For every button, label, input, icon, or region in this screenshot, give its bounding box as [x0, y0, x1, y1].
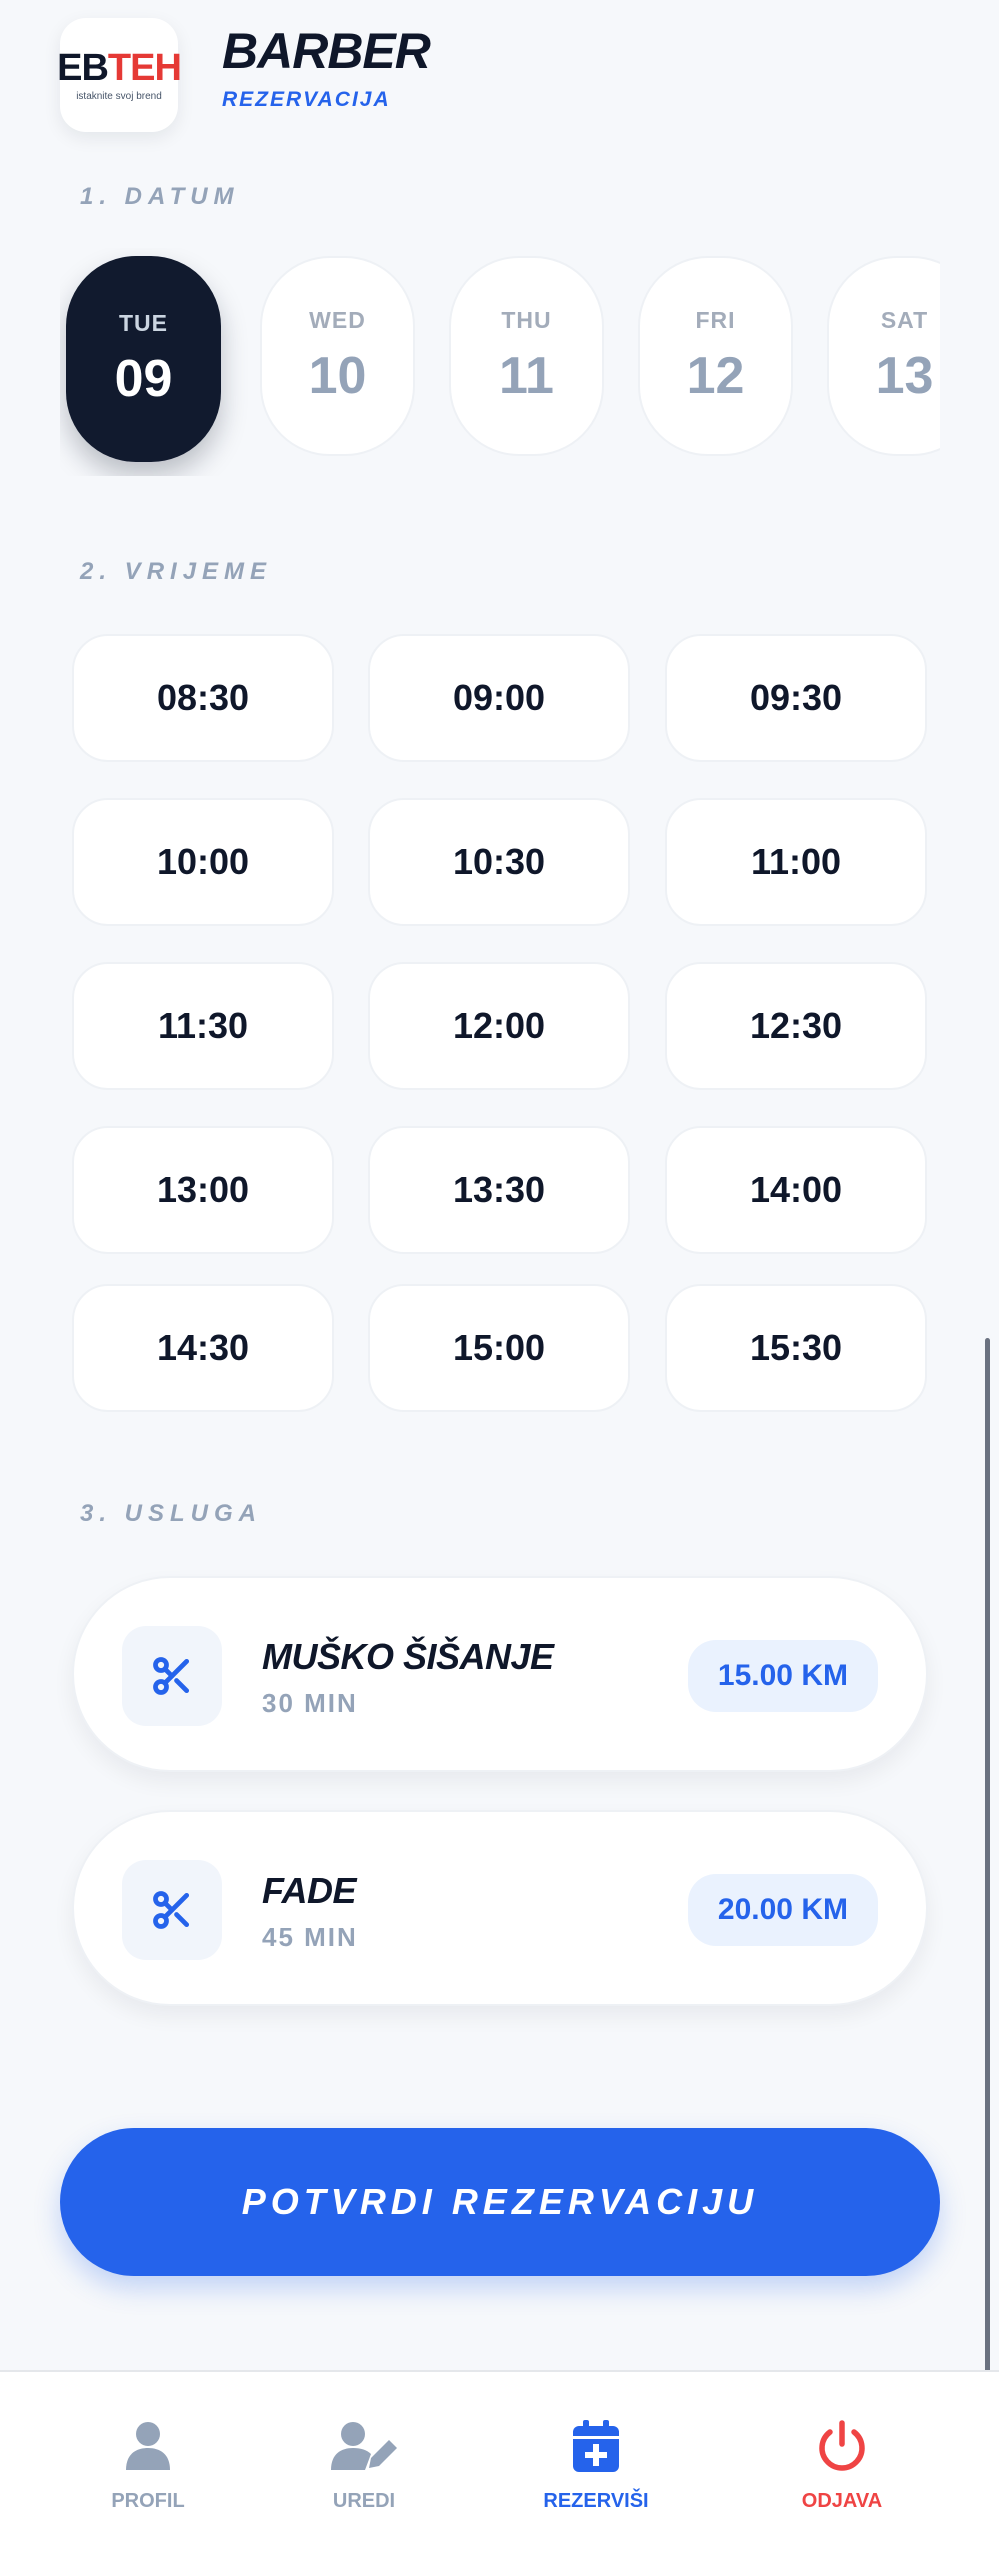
logo-teh-text: TEH — [107, 46, 182, 89]
time-slot[interactable]: 12:00 — [368, 962, 630, 1090]
date-weekday: WED — [309, 306, 366, 333]
nav-item-uredi[interactable]: UREDI — [274, 2420, 454, 2513]
section-title-service: 3. USLUGA — [80, 1500, 263, 1527]
logo-tagline: istaknite svoj brend — [76, 90, 162, 102]
date-weekday: SAT — [880, 306, 929, 333]
page-title: BARBER — [222, 23, 431, 79]
date-day: 11 — [499, 346, 554, 405]
date-picker-strip[interactable]: TUE 09 WED 10 THU 11 FRI 12 SAT 13 — [60, 248, 940, 476]
time-slot[interactable]: 13:00 — [72, 1126, 334, 1254]
time-slot[interactable]: 09:00 — [368, 634, 630, 762]
user-edit-icon — [331, 2422, 397, 2470]
time-slot[interactable]: 11:30 — [72, 962, 334, 1090]
bottom-nav: PROFIL UREDI REZERVIŠI ODJAVA — [0, 2370, 999, 2562]
service-icon-box — [122, 1860, 222, 1960]
nav-label: REZERVIŠI — [543, 2490, 649, 2512]
app-header: EBTEH istaknite svoj brend BARBER REZERV… — [0, 0, 999, 150]
date-option[interactable]: FRI 12 — [638, 256, 793, 456]
service-name: FADE — [262, 1870, 357, 1911]
nav-label: ODJAVA — [801, 2490, 883, 2512]
scrollbar[interactable] — [985, 1338, 990, 2400]
time-slot[interactable]: 15:30 — [665, 1284, 927, 1412]
nav-item-odjava[interactable]: ODJAVA — [752, 2420, 932, 2513]
brand-logo: EBTEH istaknite svoj brend — [57, 18, 182, 132]
section-title-date: 1. DATUM — [80, 183, 240, 210]
service-card[interactable]: MUŠKO ŠIŠANJE 30 MIN 15.00 KM — [72, 1576, 928, 1772]
service-price-badge: 15.00 KM — [687, 1640, 878, 1712]
time-slot[interactable]: 09:30 — [665, 634, 927, 762]
time-slot[interactable]: 11:00 — [665, 798, 927, 926]
nav-item-profil[interactable]: PROFIL — [58, 2420, 238, 2513]
time-slot[interactable]: 13:30 — [368, 1126, 630, 1254]
service-duration: 45 MIN — [262, 1922, 358, 1952]
service-name: MUŠKO ŠIŠANJE — [262, 1636, 554, 1677]
user-icon — [126, 2422, 170, 2470]
date-day: 10 — [308, 346, 367, 405]
scissors-icon — [153, 1891, 190, 1929]
date-weekday: FRI — [695, 306, 736, 333]
time-slot[interactable]: 10:00 — [72, 798, 334, 926]
nav-label: UREDI — [332, 2490, 396, 2512]
logo-eb-text: EB — [57, 46, 109, 89]
section-title-time: 2. VRIJEME — [80, 558, 273, 585]
service-duration: 30 MIN — [262, 1688, 358, 1718]
time-slot[interactable]: 10:30 — [368, 798, 630, 926]
date-weekday: TUE — [119, 309, 168, 336]
date-option[interactable]: WED 10 — [260, 256, 415, 456]
power-icon — [819, 2420, 865, 2471]
time-slot[interactable]: 15:00 — [368, 1284, 630, 1412]
time-slot[interactable]: 08:30 — [72, 634, 334, 762]
time-slot[interactable]: 14:00 — [665, 1126, 927, 1254]
date-option-selected[interactable]: TUE 09 — [66, 256, 221, 462]
time-slot[interactable]: 14:30 — [72, 1284, 334, 1412]
date-day: 13 — [875, 346, 934, 405]
date-weekday: THU — [501, 306, 552, 333]
date-option[interactable]: THU 11 — [449, 256, 604, 456]
date-option[interactable]: SAT 13 — [827, 256, 940, 456]
calendar-plus-icon — [573, 2420, 619, 2472]
nav-item-rezervisi[interactable]: REZERVIŠI — [506, 2420, 686, 2513]
nav-label: PROFIL — [111, 2490, 185, 2512]
confirm-reservation-button[interactable]: POTVRDI REZERVACIJU — [60, 2128, 940, 2276]
service-card[interactable]: FADE 45 MIN 20.00 KM — [72, 1810, 928, 2006]
time-slot[interactable]: 12:30 — [665, 962, 927, 1090]
scissors-icon — [153, 1657, 190, 1695]
date-day: 09 — [114, 349, 173, 408]
date-day: 12 — [686, 346, 745, 405]
service-icon-box — [122, 1626, 222, 1726]
service-price-badge: 20.00 KM — [687, 1874, 878, 1946]
page-subtitle: REZERVACIJA — [222, 88, 391, 111]
